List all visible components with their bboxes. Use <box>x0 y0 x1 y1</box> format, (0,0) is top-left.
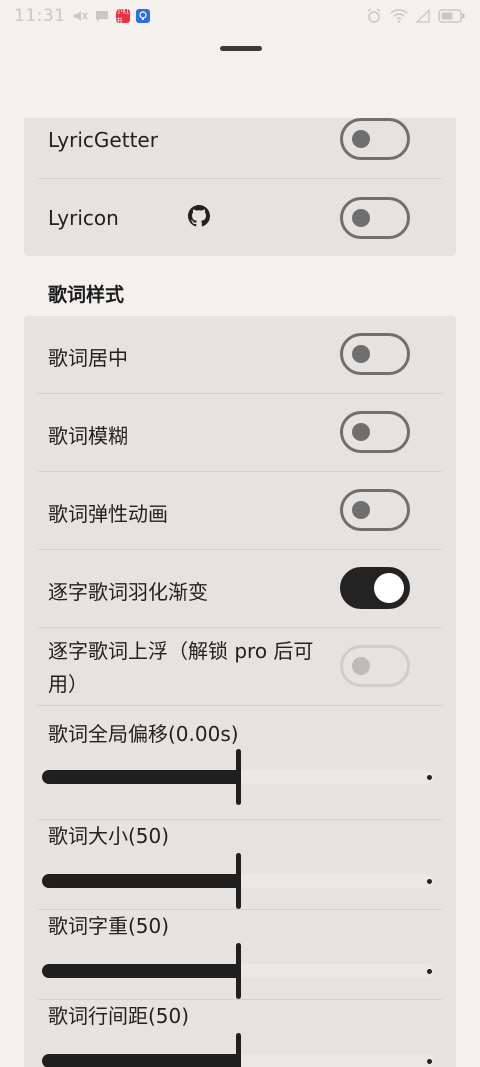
slider-end-dot <box>427 879 432 884</box>
list-item-label: Lyricon <box>48 206 119 230</box>
mute-icon <box>72 9 88 23</box>
word-float-toggle[interactable] <box>340 645 410 687</box>
slider-fill <box>42 964 238 978</box>
battery-icon <box>438 9 466 23</box>
slider-row-line-spacing: 歌词行间距(50) <box>38 1000 442 1067</box>
signal-off-icon <box>416 9 430 23</box>
toggle-row-elastic[interactable]: 歌词弹性动画 <box>38 472 442 550</box>
toggle-knob <box>352 501 370 519</box>
status-time: 11:31 <box>14 6 66 26</box>
status-bar: 11:31 小红书 <box>0 0 480 32</box>
slider-fill <box>42 770 238 784</box>
list-item-lyricgetter[interactable]: LyricGetter <box>38 118 442 179</box>
slider-label: 歌词字重(50) <box>48 914 170 938</box>
slider-thumb[interactable] <box>236 749 241 805</box>
toggle-row-float[interactable]: 逐字歌词上浮（解锁 pro 后可用） <box>38 628 442 706</box>
toggle-knob <box>352 209 370 227</box>
section-title: 歌词样式 <box>48 284 125 306</box>
slider-label: 歌词大小(50) <box>48 824 170 848</box>
github-icon[interactable] <box>188 205 210 227</box>
lyricon-toggle[interactable] <box>340 197 410 239</box>
list-item-lyricon[interactable]: Lyricon <box>38 179 442 256</box>
toggle-knob <box>352 345 370 363</box>
word-feather-gradient-toggle[interactable] <box>340 567 410 609</box>
toggle-label: 歌词模糊 <box>48 424 128 448</box>
toggle-row-blur[interactable]: 歌词模糊 <box>38 394 442 472</box>
slider-end-dot <box>427 969 432 974</box>
slider-thumb[interactable] <box>236 943 241 999</box>
slider-fill <box>42 874 238 888</box>
lyric-style-card: 歌词居中 歌词模糊 歌词弹性动画 逐字歌词羽化渐变 逐字歌词上浮（解锁 pro … <box>24 316 456 1067</box>
provider-card: LyricGetter Lyricon <box>24 118 456 256</box>
toggle-label: 歌词居中 <box>48 346 128 370</box>
toggle-knob <box>352 130 370 148</box>
slider-row-weight: 歌词字重(50) <box>38 910 442 1000</box>
list-item-label: LyricGetter <box>48 128 158 152</box>
xiaohongshu-app-icon: 小红书 <box>115 7 130 25</box>
lyric-elastic-animation-toggle[interactable] <box>340 489 410 531</box>
slider-row-offset: 歌词全局偏移(0.00s) <box>38 706 442 820</box>
slider-fill <box>42 1054 238 1067</box>
toggle-row-center[interactable]: 歌词居中 <box>38 316 442 394</box>
wifi-icon <box>390 9 408 23</box>
size-slider[interactable] <box>42 853 434 909</box>
lyric-center-toggle[interactable] <box>340 333 410 375</box>
bulb-app-icon <box>135 9 150 23</box>
chat-icon <box>94 9 110 23</box>
slider-end-dot <box>427 1059 432 1064</box>
toggle-knob <box>352 657 370 675</box>
slider-label: 歌词全局偏移(0.00s) <box>48 722 239 746</box>
lyric-blur-toggle[interactable] <box>340 411 410 453</box>
slider-row-size: 歌词大小(50) <box>38 820 442 910</box>
weight-slider[interactable] <box>42 943 434 999</box>
toggle-label: 逐字歌词上浮（解锁 pro 后可用） <box>48 639 314 696</box>
toggle-label: 逐字歌词羽化渐变 <box>48 580 208 604</box>
slider-end-dot <box>427 775 432 780</box>
lyricgetter-toggle[interactable] <box>340 118 410 160</box>
slider-thumb[interactable] <box>236 853 241 909</box>
toggle-label: 歌词弹性动画 <box>48 502 168 526</box>
toggle-knob <box>374 573 404 603</box>
toggle-knob <box>352 423 370 441</box>
toggle-row-feather[interactable]: 逐字歌词羽化渐变 <box>38 550 442 628</box>
alarm-icon <box>366 8 382 24</box>
line-spacing-slider[interactable] <box>42 1033 434 1067</box>
sheet-drag-handle[interactable] <box>220 46 262 51</box>
offset-slider[interactable] <box>42 749 434 805</box>
slider-label: 歌词行间距(50) <box>48 1004 190 1028</box>
slider-thumb[interactable] <box>236 1033 241 1067</box>
